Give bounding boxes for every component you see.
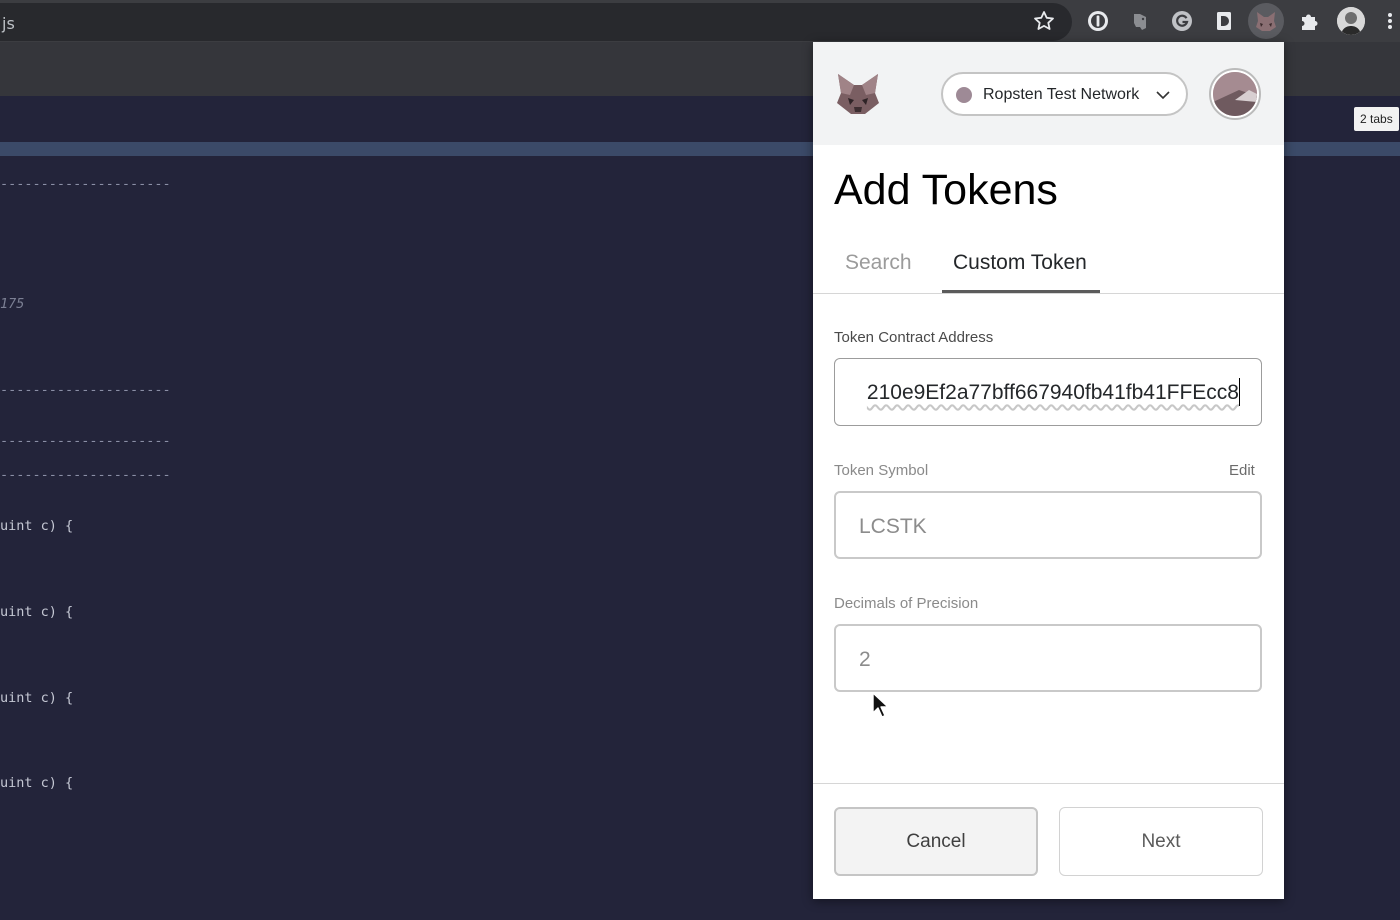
metamask-extension-button[interactable] xyxy=(1248,3,1284,39)
mouse-pointer-icon xyxy=(872,692,889,718)
tabs-divider xyxy=(813,293,1284,294)
contract-address-label: Token Contract Address xyxy=(834,329,994,346)
metamask-header: Ropsten Test Network xyxy=(813,42,1284,145)
text-caret xyxy=(1239,378,1240,406)
code-line: uint c) { xyxy=(0,775,74,791)
account-avatar[interactable] xyxy=(1209,68,1261,120)
decimals-value: 2 xyxy=(859,648,871,671)
metamask-icon xyxy=(1256,12,1276,31)
contract-address-value: 210e9Ef2a77bff667940fb41fb41FFEcc8 xyxy=(866,381,1239,404)
code-line: uint c) { xyxy=(0,604,74,620)
metamask-popup: Ropsten Test Network Add Tokens Search C… xyxy=(813,42,1284,899)
code-line: --------------------- xyxy=(0,433,171,449)
profile-avatar[interactable] xyxy=(1337,7,1365,35)
grammarly-icon[interactable] xyxy=(1170,9,1194,33)
code-line: uint c) { xyxy=(0,518,74,534)
address-text: js xyxy=(2,14,15,33)
tab-custom-token[interactable]: Custom Token xyxy=(953,251,1087,275)
network-name: Ropsten Test Network xyxy=(983,86,1140,103)
address-bar[interactable]: js xyxy=(0,3,1072,41)
chevron-down-icon xyxy=(1156,91,1170,100)
bookmark-star-icon[interactable] xyxy=(1032,9,1056,33)
page-title: Add Tokens xyxy=(834,166,1058,214)
token-symbol-label: Token Symbol xyxy=(834,462,929,479)
contract-address-input[interactable]: 210e9Ef2a77bff667940fb41fb41FFEcc8 xyxy=(834,358,1262,426)
metamask-fox-logo[interactable] xyxy=(835,71,881,117)
chrome-menu-icon[interactable] xyxy=(1387,12,1393,30)
next-button[interactable]: Next xyxy=(1059,807,1263,876)
browser-toolbar: js xyxy=(0,0,1400,42)
cancel-button[interactable]: Cancel xyxy=(834,807,1038,876)
code-line: uint c) { xyxy=(0,690,74,706)
code-line: 175 xyxy=(0,296,25,312)
puzzle-extensions-icon[interactable] xyxy=(1297,9,1321,33)
code-line: --------------------- xyxy=(0,176,171,192)
decimals-input[interactable]: 2 xyxy=(834,624,1262,692)
network-dropdown[interactable]: Ropsten Test Network xyxy=(941,72,1188,116)
evernote-icon[interactable] xyxy=(1128,9,1152,33)
decimals-label: Decimals of Precision xyxy=(834,595,979,612)
footer-divider xyxy=(813,783,1284,784)
1password-icon[interactable] xyxy=(1086,9,1110,33)
tabs-count-badge[interactable]: 2 tabs xyxy=(1354,107,1399,131)
token-symbol-edit-link[interactable]: Edit xyxy=(1229,462,1255,479)
network-status-dot xyxy=(956,87,972,103)
code-line: --------------------- xyxy=(0,467,171,483)
token-symbol-value: LCSTK xyxy=(859,515,927,538)
tab-search[interactable]: Search xyxy=(845,251,912,275)
code-line: --------------------- xyxy=(0,382,171,398)
token-symbol-input[interactable]: LCSTK xyxy=(834,491,1262,559)
d-extension-icon[interactable] xyxy=(1212,9,1236,33)
